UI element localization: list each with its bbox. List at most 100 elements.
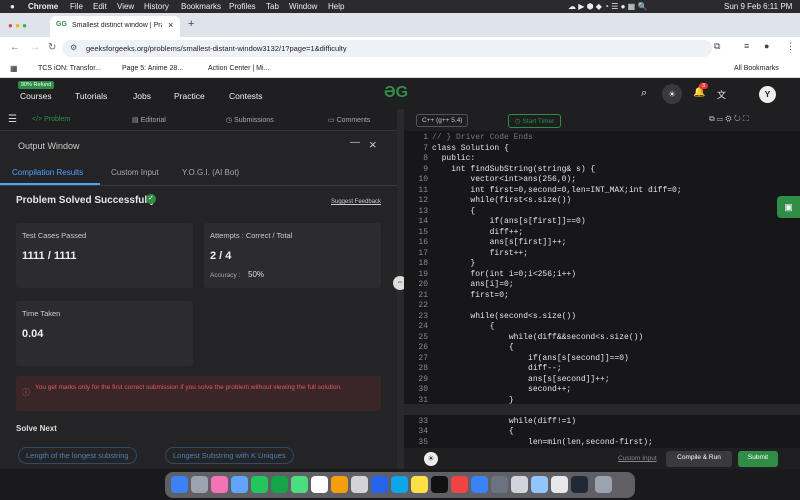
line-number: 1 bbox=[423, 133, 428, 142]
facetime-icon[interactable] bbox=[271, 476, 288, 493]
notes-icon[interactable] bbox=[331, 476, 348, 493]
start-timer-button[interactable]: ◷ Start Timer bbox=[508, 114, 562, 128]
next-problem-chip[interactable]: Longest Substring with K Uniques bbox=[165, 447, 294, 464]
textedit-icon[interactable] bbox=[551, 476, 568, 493]
window-controls[interactable]: ● ● ● bbox=[8, 21, 27, 30]
menu-window[interactable]: Window bbox=[289, 2, 317, 11]
photos-icon[interactable] bbox=[211, 476, 228, 493]
reading-list-icon[interactable]: ≡ bbox=[744, 41, 749, 51]
tab-problem[interactable]: </> Problem bbox=[32, 116, 70, 123]
suggest-feedback-link[interactable]: Suggest Feedback bbox=[331, 199, 381, 205]
code-line: // } Driver Code Ends bbox=[432, 133, 533, 142]
code-editor[interactable]: 1 // } Driver Code Ends 7 class Solution {8… bbox=[404, 131, 800, 451]
translate-icon[interactable]: 文 bbox=[717, 88, 726, 101]
back-icon[interactable]: ← bbox=[10, 42, 20, 53]
tab-editorial[interactable]: ▤ Editorial bbox=[132, 116, 166, 124]
nav-tutorials[interactable]: Tutorials bbox=[75, 91, 107, 101]
address-bar[interactable]: ⚙ geeksforgeeks.org/problems/smallest-di… bbox=[62, 40, 712, 57]
forward-icon[interactable]: → bbox=[30, 42, 40, 53]
submit-button[interactable]: Submit bbox=[738, 451, 778, 467]
tab-submissions[interactable]: ◷ Submissions bbox=[226, 116, 274, 124]
bookmarks-bar: ▦ TCS iON: Transfor... Page 5: Anime 28.… bbox=[0, 60, 800, 78]
tab-comments[interactable]: ▭ Comments bbox=[328, 116, 370, 124]
messages-icon[interactable] bbox=[251, 476, 268, 493]
menu-edit[interactable]: Edit bbox=[93, 2, 107, 11]
chrome-menu-icon[interactable]: ⋮ bbox=[786, 41, 795, 52]
hamburger-icon[interactable]: ☰ bbox=[8, 114, 17, 125]
bookmark-item[interactable]: Action Center | Mi... bbox=[208, 65, 269, 72]
avatar[interactable]: Y bbox=[759, 86, 776, 103]
close-icon[interactable]: × bbox=[369, 137, 377, 152]
nav-practice[interactable]: Practice bbox=[174, 91, 205, 101]
menu-help[interactable]: Help bbox=[328, 2, 344, 11]
code-line: { bbox=[432, 206, 476, 216]
launchpad-icon[interactable] bbox=[191, 476, 208, 493]
test-cases-card: Test Cases Passed 1111 / 1111 bbox=[16, 223, 193, 288]
custom-input-link[interactable]: Custom Input bbox=[618, 455, 657, 462]
line-number: 16 bbox=[418, 238, 428, 247]
menu-tab[interactable]: Tab bbox=[266, 2, 279, 11]
reload-icon[interactable]: ↻ bbox=[48, 42, 56, 53]
chat-icon[interactable]: ▣ bbox=[777, 196, 800, 218]
search-icon[interactable]: ⌕ bbox=[641, 87, 647, 100]
calendar-icon[interactable] bbox=[311, 476, 328, 493]
all-bookmarks[interactable]: All Bookmarks bbox=[734, 65, 779, 72]
tab-custom-input[interactable]: Custom Input bbox=[111, 168, 159, 177]
theme-sun-icon[interactable]: ☀ bbox=[424, 452, 438, 466]
editor-icons[interactable]: ⧉ ▭ ⚙ ↻ ⛶ bbox=[709, 114, 749, 124]
reminders-icon[interactable] bbox=[351, 476, 368, 493]
tab-compilation-results[interactable]: Compilation Results bbox=[12, 168, 83, 177]
menu-history[interactable]: History bbox=[144, 2, 169, 11]
language-select[interactable]: C++ (g++ 5.4) bbox=[416, 114, 469, 127]
line-number: 7 bbox=[423, 143, 428, 153]
site-info-icon[interactable]: ⚙ bbox=[70, 43, 77, 52]
compile-run-button[interactable]: Compile & Run bbox=[666, 451, 732, 467]
code-line: public: bbox=[432, 154, 476, 163]
activity-icon[interactable] bbox=[531, 476, 548, 493]
chrome-icon[interactable] bbox=[411, 476, 428, 493]
browser-tab[interactable]: GG Smallest distinct window | Pra × bbox=[50, 16, 180, 37]
status-icons[interactable]: ☁ ▶ ⬢ ◆ ◔ ☰ ● ▦ 🔍 bbox=[568, 2, 647, 11]
close-tab-icon[interactable]: × bbox=[168, 20, 173, 30]
refund-badge[interactable]: 90% Refund bbox=[18, 81, 55, 89]
appstore-icon[interactable] bbox=[471, 476, 488, 493]
nav-contests[interactable]: Contests bbox=[229, 91, 263, 101]
finder-icon[interactable] bbox=[171, 476, 188, 493]
apple-icon[interactable]: ● bbox=[10, 2, 15, 11]
profile-icon[interactable]: ● bbox=[764, 41, 769, 51]
terminal-icon[interactable] bbox=[571, 476, 588, 493]
line-number: 18 bbox=[418, 259, 428, 268]
code-line: while(diff!=1) bbox=[432, 416, 577, 426]
menu-profiles[interactable]: Profiles bbox=[229, 2, 256, 11]
gfg-logo[interactable]: ƏG bbox=[384, 84, 408, 102]
settings-icon[interactable] bbox=[491, 476, 508, 493]
menu-view[interactable]: View bbox=[117, 2, 134, 11]
bookmark-item[interactable]: Page 5: Anime 28... bbox=[122, 65, 183, 72]
vscode-icon[interactable] bbox=[391, 476, 408, 493]
trash-icon[interactable] bbox=[595, 476, 612, 493]
next-problem-chip[interactable]: Length of the longest substring bbox=[18, 447, 137, 464]
nav-jobs[interactable]: Jobs bbox=[133, 91, 151, 101]
menu-bookmarks[interactable]: Bookmarks bbox=[181, 2, 221, 11]
preview-icon[interactable] bbox=[511, 476, 528, 493]
menubar-clock[interactable]: Sun 9 Feb 6:11 PM bbox=[724, 2, 792, 11]
test-cases-value: 1111 / 1111 bbox=[22, 250, 77, 262]
apps-icon[interactable]: ▦ bbox=[10, 64, 18, 73]
code-line: if(ans[s[second]]==0) bbox=[432, 353, 629, 363]
xcode-icon[interactable] bbox=[371, 476, 388, 493]
music-icon[interactable] bbox=[451, 476, 468, 493]
bookmark-item[interactable]: TCS iON: Transfor... bbox=[38, 65, 101, 72]
minimize-icon[interactable]: — bbox=[350, 137, 360, 148]
theme-toggle-icon[interactable]: ☀ bbox=[662, 84, 682, 104]
menubar-app-name[interactable]: Chrome bbox=[28, 2, 58, 11]
nav-courses[interactable]: Courses bbox=[20, 91, 52, 101]
new-tab-icon[interactable]: + bbox=[188, 18, 194, 30]
appletv-icon[interactable] bbox=[431, 476, 448, 493]
tab-yogi-ai-bot[interactable]: Y.O.G.I. (AI Bot) bbox=[182, 168, 239, 177]
safari-icon[interactable] bbox=[231, 476, 248, 493]
extensions-icon[interactable]: ⧉ bbox=[714, 41, 720, 52]
menu-file[interactable]: File bbox=[70, 2, 83, 11]
accuracy-value: 50% bbox=[248, 270, 265, 279]
maps-icon[interactable] bbox=[291, 476, 308, 493]
problem-tabs: ☰ </> Problem ▤ Editorial ◷ Submissions … bbox=[0, 109, 400, 131]
